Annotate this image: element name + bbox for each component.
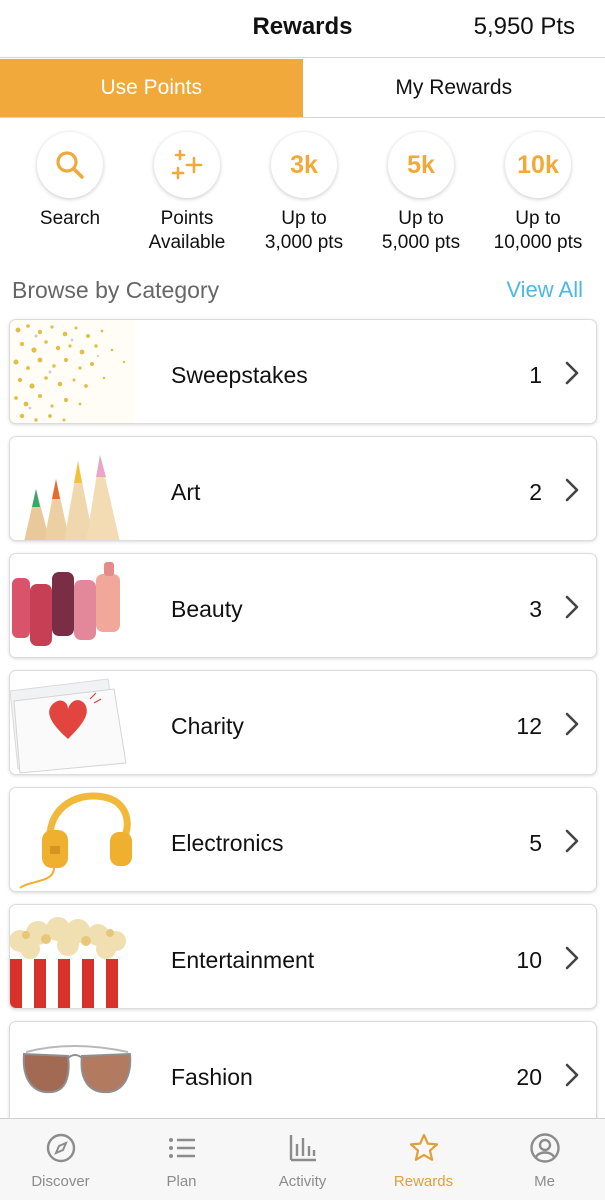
filter-points-available[interactable]: Points Available xyxy=(127,132,247,255)
tab-use-points[interactable]: Use Points xyxy=(0,59,303,117)
tab-rewards[interactable]: Rewards xyxy=(363,1119,484,1200)
top-bar: Rewards 5,950 Pts xyxy=(0,0,605,58)
category-row-art[interactable]: Art 2 xyxy=(9,436,597,541)
chevron-right-icon xyxy=(565,712,579,736)
chevron-right-icon xyxy=(565,946,579,970)
search-icon xyxy=(37,132,103,198)
list-icon xyxy=(168,1138,195,1158)
filter-label: Search xyxy=(39,208,101,229)
chevron-right-icon xyxy=(565,361,579,385)
category-name: Beauty xyxy=(171,596,243,622)
view-all-link[interactable]: View All xyxy=(506,277,583,303)
category-count: 5 xyxy=(529,830,542,856)
category-count: 20 xyxy=(516,1064,542,1090)
category-list: Sweepstakes 1 Art 2 Beauty 3 Charity 12 … xyxy=(9,319,597,1138)
filter-label: Up to 5,000 pts xyxy=(381,208,461,253)
popcorn-image xyxy=(10,905,135,1008)
filter-label: Up to 10,000 pts xyxy=(493,208,583,253)
bottom-tab-bar: Discover Plan Activity Rewards Me xyxy=(0,1118,605,1200)
heart-card-image xyxy=(10,671,135,774)
chevron-right-icon xyxy=(565,829,579,853)
tab-label: Me xyxy=(534,1173,555,1190)
tab-me[interactable]: Me xyxy=(484,1119,605,1200)
points-tier-badge: 3k xyxy=(271,132,337,198)
category-name: Sweepstakes xyxy=(171,362,308,388)
category-name: Fashion xyxy=(171,1064,253,1090)
category-row-sweepstakes[interactable]: Sweepstakes 1 xyxy=(9,319,597,424)
category-count: 12 xyxy=(516,713,542,739)
category-row-entertainment[interactable]: Entertainment 10 xyxy=(9,904,597,1009)
category-count: 1 xyxy=(529,362,542,388)
tab-label: Discover xyxy=(31,1173,90,1190)
points-balance: 5,950 Pts xyxy=(473,13,575,40)
category-count: 3 xyxy=(529,596,542,622)
tab-plan[interactable]: Plan xyxy=(121,1119,242,1200)
compass-icon xyxy=(46,1133,75,1163)
category-name: Electronics xyxy=(171,830,284,856)
browse-header: Browse by Category View All xyxy=(12,277,593,307)
sparkle-plus-icon xyxy=(154,132,220,198)
category-row-beauty[interactable]: Beauty 3 xyxy=(9,553,597,658)
tab-my-rewards[interactable]: My Rewards xyxy=(302,59,605,117)
section-title: Browse by Category xyxy=(12,277,220,303)
filter-up-to-5000[interactable]: 5k Up to 5,000 pts xyxy=(361,132,481,255)
tab-activity[interactable]: Activity xyxy=(242,1119,363,1200)
category-row-electronics[interactable]: Electronics 5 xyxy=(9,787,597,892)
points-tier-badge: 10k xyxy=(505,132,571,198)
points-tier-badge: 5k xyxy=(388,132,454,198)
category-count: 10 xyxy=(516,947,542,973)
filter-search[interactable]: Search xyxy=(10,132,130,231)
user-circle-icon xyxy=(529,1133,560,1163)
chevron-right-icon xyxy=(565,595,579,619)
filter-label: Points Available xyxy=(148,208,226,253)
lipsticks-image xyxy=(10,554,135,657)
tab-label: Activity xyxy=(278,1173,327,1190)
filter-label: Up to 3,000 pts xyxy=(264,208,344,253)
category-count: 2 xyxy=(529,479,542,505)
category-name: Charity xyxy=(171,713,244,739)
filter-up-to-10000[interactable]: 10k Up to 10,000 pts xyxy=(478,132,598,255)
bar-chart-icon xyxy=(289,1135,316,1162)
segmented-tabs: Use Points My Rewards xyxy=(0,59,605,118)
headphones-image xyxy=(10,788,135,891)
category-row-fashion[interactable]: Fashion 20 xyxy=(9,1021,597,1126)
gold-confetti-image xyxy=(10,320,135,423)
star-icon xyxy=(409,1133,438,1161)
category-name: Entertainment xyxy=(171,947,315,973)
sunglasses-image xyxy=(10,1022,135,1125)
chevron-right-icon xyxy=(565,1063,579,1087)
tab-discover[interactable]: Discover xyxy=(0,1119,121,1200)
chevron-right-icon xyxy=(565,478,579,502)
category-name: Art xyxy=(171,479,201,505)
colored-pencils-image xyxy=(10,437,135,540)
tab-label: Rewards xyxy=(393,1173,454,1190)
filter-up-to-3000[interactable]: 3k Up to 3,000 pts xyxy=(244,132,364,255)
tab-label: Plan xyxy=(166,1173,197,1190)
points-filters: Search Points Available 3k Up to 3,000 pts… xyxy=(0,132,605,262)
category-row-charity[interactable]: Charity 12 xyxy=(9,670,597,775)
